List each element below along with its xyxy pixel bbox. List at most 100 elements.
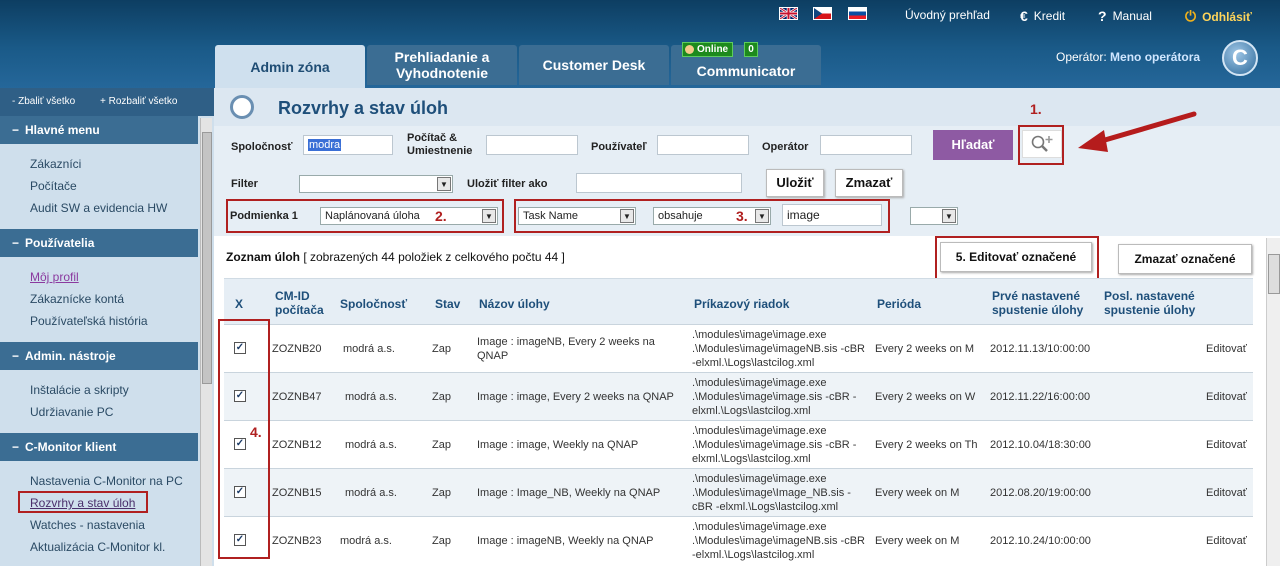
euro-icon: € [1020, 8, 1028, 24]
sidebar-item-cmonitor-settings[interactable]: Nastavenia C-Monitor na PC [30, 474, 183, 488]
cell-period: Every 2 weeks on W [875, 391, 976, 403]
table-header: X CM-ID počítača Spoločnosť Stav Názov ú… [224, 278, 1253, 324]
czech-flag-icon[interactable] [813, 7, 832, 20]
tab-admin-zone[interactable]: Admin zóna [215, 45, 365, 88]
sidebar-item-customer-accounts[interactable]: Zákaznícke kontá [30, 292, 124, 306]
help-icon: ? [1098, 8, 1107, 24]
tab-customer-desk[interactable]: Customer Desk [519, 45, 669, 85]
uk-flag-icon[interactable] [779, 7, 798, 20]
user-label: Používateľ [591, 141, 647, 153]
main-scrollbar[interactable] [1266, 238, 1280, 566]
sidebar-item-customers[interactable]: Zákazníci [30, 157, 81, 171]
cell-command: .\modules\image\image.exe .\Modules\imag… [692, 521, 866, 561]
sidebar-item-pc-maintenance[interactable]: Udržiavanie PC [30, 405, 113, 419]
sidebar-scrollbar[interactable] [200, 118, 212, 566]
table-row[interactable]: ✓ ZOZNB20 modrá a.s. Zap Image : imageNB… [224, 324, 1253, 372]
save-filter-input[interactable] [576, 173, 742, 193]
col-first-run[interactable]: Prvé nastavené spustenie úlohy [992, 289, 1102, 317]
operator-info: Operátor: Meno operátora [1056, 50, 1201, 64]
expand-all-link[interactable]: + Rozbaliť všetko [100, 96, 177, 107]
cell-cmid: ZOZNB23 [272, 535, 322, 547]
table-row[interactable]: ✓ ZOZNB23 modrá a.s. Zap Image : imageNB… [224, 516, 1253, 564]
cell-company: modrá a.s. [343, 343, 395, 355]
delete-filter-button[interactable]: Zmazať [835, 169, 903, 197]
cell-state: Zap [432, 487, 451, 499]
manual-link[interactable]: ? Manual [1098, 8, 1152, 24]
slovak-flag-icon[interactable] [848, 7, 867, 20]
table-row[interactable]: ✓ ZOZNB12 modrá a.s. Zap Image : image, … [224, 420, 1253, 468]
col-cmid[interactable]: CM-ID počítača [275, 289, 335, 317]
cell-cmid: ZOZNB20 [272, 343, 322, 355]
edit-link[interactable]: Editovať [1206, 390, 1247, 404]
user-input[interactable] [657, 135, 749, 155]
edit-link[interactable]: Editovať [1206, 486, 1247, 500]
sidebar-item-user-history[interactable]: Používateľská história [30, 314, 148, 328]
collapse-all-link[interactable]: - Zbaliť všetko [12, 96, 75, 107]
delete-selected-button[interactable]: Zmazať označené [1118, 244, 1252, 274]
col-state[interactable]: Stav [435, 297, 460, 311]
col-company[interactable]: Spoločnosť [340, 297, 407, 311]
sidebar-item-watches[interactable]: Watches - nastavenia [30, 518, 145, 532]
cell-command: .\modules\image\image.exe .\Modules\imag… [692, 425, 857, 465]
top-bar: Úvodný prehľad € Kredit ? Manual ⏻ Odhlásiť… [0, 0, 1280, 88]
online-badge: Online [682, 42, 734, 57]
filter-label: Filter [231, 178, 258, 190]
cell-company: modrá a.s. [345, 439, 397, 451]
col-period[interactable]: Perióda [877, 297, 921, 311]
table-row[interactable]: ✓ ZOZNB15 modrá a.s. Zap Image : Image_N… [224, 468, 1253, 516]
extra-select[interactable]: ▼ [910, 207, 958, 225]
section-users[interactable]: − Používatelia [0, 229, 198, 257]
sidebar-item-installations[interactable]: Inštalácie a skripty [30, 383, 129, 397]
cell-period: Every week on M [875, 535, 960, 547]
edit-link[interactable]: Editovať [1206, 438, 1247, 452]
annotation-4: 4. [250, 424, 262, 440]
computer-input[interactable] [486, 135, 578, 155]
cell-task-name: Image : imageNB, Every 2 weeks na QNAP [477, 336, 655, 362]
sidebar-scroll-thumb[interactable] [202, 132, 212, 384]
cell-state: Zap [432, 439, 451, 451]
table-row[interactable]: ✓ ZOZNB47 modrá a.s. Zap Image : image, … [224, 372, 1253, 420]
page-title: Rozvrhy a stav úloh [278, 98, 449, 118]
cell-state: Zap [432, 391, 451, 403]
edit-link[interactable]: Editovať [1206, 534, 1247, 548]
section-admin-tools[interactable]: − Admin. nástroje [0, 342, 198, 370]
cell-company: modrá a.s. [345, 391, 397, 403]
credit-link[interactable]: € Kredit [1020, 8, 1065, 24]
operator-input[interactable] [820, 135, 912, 155]
company-input[interactable]: modra [303, 135, 393, 155]
list-summary: Zoznam úloh [ zobrazených 44 položiek z … [226, 250, 565, 264]
search-button[interactable]: Hľadať [933, 130, 1013, 160]
cell-task-name: Image : imageNB, Weekly na QNAP [477, 535, 654, 547]
section-cmonitor-client[interactable]: − C-Monitor klient [0, 433, 198, 461]
col-select: X [235, 297, 244, 311]
save-filter-button[interactable]: Uložiť [766, 169, 824, 197]
col-command[interactable]: Príkazový riadok [694, 297, 789, 311]
logout-link[interactable]: ⏻ Odhlásiť [1185, 8, 1252, 25]
col-task-name[interactable]: Názov úlohy [479, 297, 550, 311]
sidebar-item-audit[interactable]: Audit SW a evidencia HW [30, 201, 167, 215]
section-main-menu[interactable]: − Hlavné menu [0, 116, 198, 144]
online-count-badge: 0 [744, 42, 758, 57]
sidebar-item-cmonitor-update[interactable]: Aktualizácia C-Monitor kl. [30, 540, 165, 554]
edit-link[interactable]: Editovať [1206, 342, 1247, 356]
home-link[interactable]: Úvodný prehľad [905, 8, 990, 22]
cell-command: .\modules\image\image.exe .\Modules\imag… [692, 377, 857, 417]
cell-task-name: Image : image, Every 2 weeks na QNAP [477, 391, 674, 403]
highlight-4 [218, 319, 270, 559]
red-arrow-icon [1078, 111, 1197, 152]
sidebar: - Zbaliť všetko + Rozbaliť všetko − Hlavn… [0, 88, 214, 566]
tab-review-evaluation[interactable]: Prehliadanie a Vyhodnotenie [367, 45, 517, 85]
cell-company: modrá a.s. [340, 535, 392, 547]
sidebar-item-computers[interactable]: Počítače [30, 179, 77, 193]
filter-select[interactable]: ▼ [299, 175, 453, 193]
highlight-5 [935, 236, 1099, 280]
user-icon [685, 45, 694, 54]
highlight-2 [226, 199, 504, 233]
col-last-run[interactable]: Posl. nastavené spustenie úlohy [1104, 289, 1214, 317]
cell-period: Every 2 weeks on M [875, 343, 975, 355]
highlight-sidebar [18, 491, 148, 513]
highlight-3 [514, 199, 890, 233]
sidebar-item-my-profile[interactable]: Môj profil [30, 270, 79, 284]
main-scroll-thumb[interactable] [1268, 254, 1280, 294]
cell-first-run: 2012.08.20/19:00:00 [990, 487, 1091, 499]
